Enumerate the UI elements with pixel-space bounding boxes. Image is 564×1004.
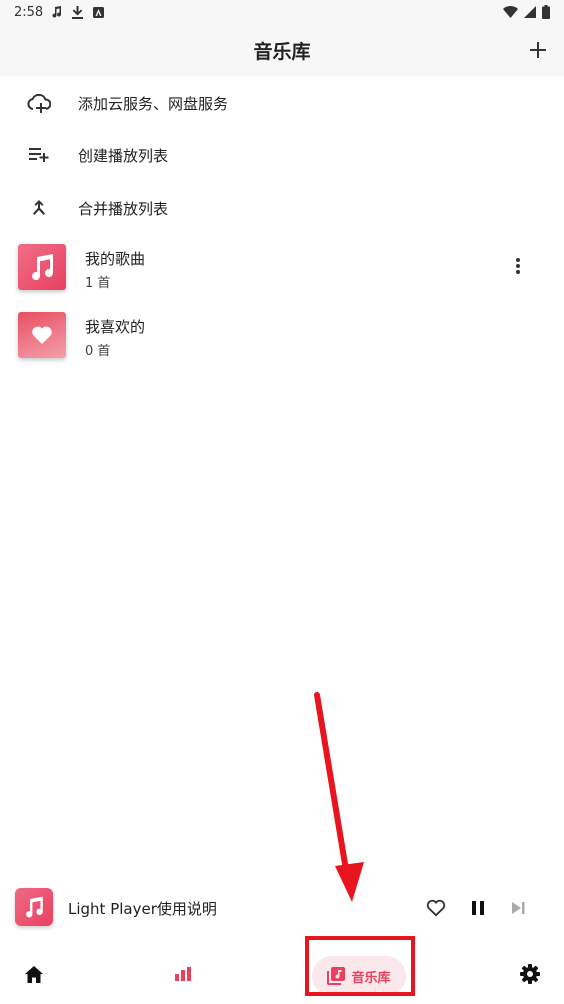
status-time: 2:58 [14,4,44,20]
music-note-icon [32,254,54,281]
heart-icon [32,326,52,344]
annotation-highlight-box [305,936,415,996]
bar-chart-icon [175,967,191,981]
action-label: 创建播放列表 [78,146,169,165]
battery-icon [542,5,550,19]
playlist-item[interactable]: 我的歌曲 1 首 [0,236,564,300]
settings-icon [520,964,540,984]
playlist-item[interactable]: 我喜欢的 0 首 [0,304,564,368]
nav-stats[interactable] [163,944,203,1004]
playlist-name: 我喜欢的 [85,318,146,336]
merge-icon [26,195,52,221]
app-bar: 音乐库 [0,24,564,76]
nav-home[interactable] [14,944,54,1004]
heart-outline-icon [426,899,446,917]
music-note-icon [52,6,62,18]
more-vert-icon [516,258,520,274]
bottom-nav: 音乐库 [0,944,564,1004]
add-button[interactable] [524,36,552,64]
plus-icon [530,42,546,58]
like-button[interactable] [424,896,448,920]
now-playing-title: Light Player使用说明 [68,900,217,918]
pause-icon [472,901,484,915]
playlist-count: 1 首 [85,276,111,291]
status-bar: 2:58 [0,0,564,24]
merge-playlist-item[interactable]: 合并播放列表 [0,182,564,234]
app-notification-icon [93,6,105,18]
action-label: 添加云服务、网盘服务 [78,94,229,113]
add-cloud-service-item[interactable]: 添加云服务、网盘服务 [0,77,564,129]
signal-icon [524,6,536,18]
cloud-add-icon [26,90,52,116]
playlist-cover [18,312,66,358]
create-playlist-item[interactable]: 创建播放列表 [0,129,564,181]
download-icon [72,5,84,19]
now-playing-cover [15,888,53,926]
playlist-count: 0 首 [85,344,111,359]
mini-player[interactable]: Light Player使用说明 [0,882,564,934]
page-title: 音乐库 [253,40,311,63]
home-icon [25,965,43,983]
more-options-button[interactable] [506,254,530,278]
skip-next-icon [511,902,524,914]
skip-next-button[interactable] [506,896,530,920]
playlist-cover [18,244,66,290]
pause-button[interactable] [466,896,490,920]
playlist-name: 我的歌曲 [85,250,146,268]
music-note-icon [26,896,43,918]
playlist-add-icon [26,142,52,168]
nav-settings[interactable] [510,944,550,1004]
wifi-icon [503,6,518,18]
action-label: 合并播放列表 [78,199,169,218]
